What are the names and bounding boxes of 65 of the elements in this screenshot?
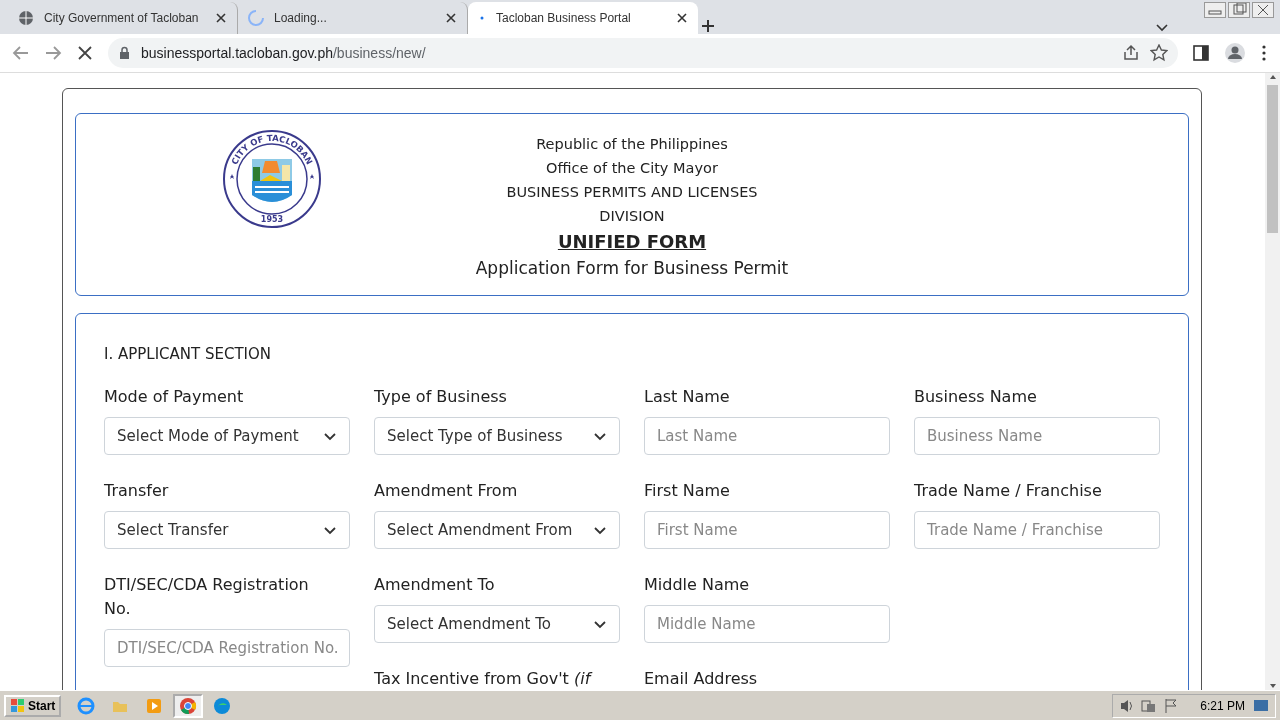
input-field[interactable]: Middle Name xyxy=(644,605,890,643)
input-field[interactable]: First Name xyxy=(644,511,890,549)
scrollbar[interactable] xyxy=(1265,73,1280,690)
star-icon[interactable] xyxy=(1150,44,1168,62)
field-label: Mode of Payment xyxy=(104,386,245,408)
chevron-down-icon xyxy=(323,430,337,442)
header-line: Office of the City Mayor xyxy=(546,158,718,178)
url-text: businessportal.tacloban.gov.ph/business/new/ xyxy=(141,45,426,61)
field-label: Amendment From xyxy=(374,480,519,502)
field-label: Amendment To xyxy=(374,574,496,596)
dropdown-select[interactable]: Select Amendment To xyxy=(374,605,620,643)
loading-dot-icon xyxy=(478,14,486,22)
profile-avatar-icon[interactable] xyxy=(1224,42,1246,64)
dropdown-select[interactable]: Select Transfer xyxy=(104,511,350,549)
close-icon[interactable] xyxy=(1252,2,1274,18)
close-tab-icon[interactable] xyxy=(215,12,227,24)
field-label: Last Name xyxy=(644,386,731,408)
restore-icon[interactable] xyxy=(1228,2,1250,18)
show-desktop-icon[interactable] xyxy=(1253,697,1269,714)
dropdown-select[interactable]: Select Type of Business xyxy=(374,417,620,455)
field-label: Type of Business xyxy=(374,386,508,408)
network-icon[interactable] xyxy=(1141,697,1157,714)
flag-icon[interactable] xyxy=(1164,697,1179,714)
stop-loading-icon[interactable] xyxy=(76,44,94,62)
dropdown-select[interactable]: Select Mode of Payment xyxy=(104,417,350,455)
section-title: I. APPLICANT SECTION xyxy=(104,345,273,363)
side-panel-icon[interactable] xyxy=(1192,44,1210,62)
chevron-down-icon xyxy=(593,618,607,630)
address-bar[interactable]: businessportal.tacloban.gov.ph/business/new/ xyxy=(108,38,1178,68)
start-button[interactable]: Start xyxy=(4,694,62,717)
field-label: Business Name xyxy=(914,386,1038,408)
speaker-icon[interactable] xyxy=(1119,697,1134,714)
input-field[interactable]: Business Name xyxy=(914,417,1160,455)
input-field[interactable]: DTI/SEC/CDA Registration No. xyxy=(104,629,350,667)
chevron-down-icon xyxy=(593,430,607,442)
input-field[interactable]: Last Name xyxy=(644,417,890,455)
field-label: Email Address xyxy=(644,668,759,690)
browser-tab[interactable]: Tacloban Business Portal xyxy=(468,2,698,34)
chevron-down-icon xyxy=(593,524,607,536)
globe-icon xyxy=(18,10,34,26)
chevron-down-icon xyxy=(323,524,337,536)
windows-logo-icon xyxy=(10,698,25,713)
header-line: BUSINESS PERMITS AND LICENSES DIVISION xyxy=(505,182,759,226)
chrome-browser-icon[interactable] xyxy=(179,696,198,715)
close-tab-icon[interactable] xyxy=(676,12,688,24)
form-title: UNIFIED FORM xyxy=(557,229,707,254)
menu-icon[interactable] xyxy=(1260,44,1268,62)
scroll-thumb[interactable] xyxy=(1267,85,1278,233)
field-label: Trade Name / Franchise xyxy=(914,480,1103,502)
header-line: Republic of the Philippines xyxy=(536,134,728,154)
spinner-icon xyxy=(248,10,264,26)
field-label: DTI/SEC/CDA Registration No. xyxy=(104,574,310,620)
form-subtitle: Application Form for Business Permit xyxy=(475,256,789,280)
field-label: Middle Name xyxy=(644,574,751,596)
back-icon[interactable] xyxy=(12,44,30,62)
close-tab-icon[interactable] xyxy=(445,12,457,24)
share-icon[interactable] xyxy=(1122,44,1140,62)
forward-icon[interactable] xyxy=(44,44,62,62)
dropdown-select[interactable]: Select Amendment From xyxy=(374,511,620,549)
field-label: Transfer xyxy=(104,480,170,502)
input-field[interactable]: Trade Name / Franchise xyxy=(914,511,1160,549)
field-label: First Name xyxy=(644,480,731,502)
field-label: Tax Incentive from Gov't (if xyxy=(374,668,594,690)
clock-time[interactable]: 6:21 PM xyxy=(1200,698,1245,713)
lock-icon xyxy=(118,46,131,60)
